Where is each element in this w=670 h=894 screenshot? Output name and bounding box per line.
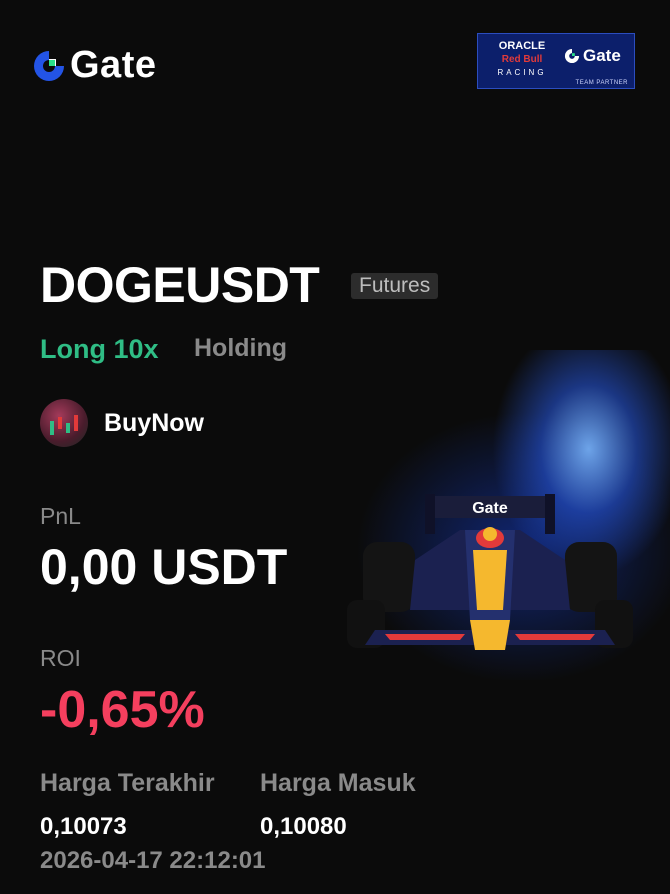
pnl-label: PnL xyxy=(40,503,81,529)
market-tag: Futures xyxy=(351,273,439,299)
team-partner-badge: ORACLE Red Bull RACING Gate TEAM PARTNER xyxy=(477,33,635,89)
partner-line1: ORACLE xyxy=(498,40,546,52)
timestamp: 2026-04-17 22:12:01 xyxy=(40,847,266,874)
roi-value: -0,65% xyxy=(40,681,205,739)
gate-logo-icon-small xyxy=(564,48,580,64)
last-price-label: Harga Terakhir xyxy=(40,769,215,797)
partner-line3: RACING xyxy=(497,68,547,77)
partner-caption: TEAM PARTNER xyxy=(575,80,628,86)
partner-gate-logo: Gate xyxy=(564,46,621,66)
avatar xyxy=(40,399,88,447)
gate-logo-text: Gate xyxy=(70,44,157,86)
partner-line2: Red Bull xyxy=(501,54,543,65)
partner-brand: Gate xyxy=(583,46,621,65)
username: BuyNow xyxy=(104,409,204,437)
red-bull-racing-logo: ORACLE Red Bull RACING xyxy=(486,40,558,79)
entry-price-value: 0,10080 xyxy=(260,813,347,840)
position-direction: Long 10x xyxy=(40,334,159,364)
roi-label: ROI xyxy=(40,645,81,671)
car-wing-text: Gate xyxy=(472,500,508,517)
pnl-value: 0,00 USDT xyxy=(40,539,288,595)
position-status: Holding xyxy=(194,334,288,362)
gate-logo: Gate xyxy=(32,44,156,87)
f1-car-illustration: Gate xyxy=(347,494,633,650)
last-price-value: 0,10073 xyxy=(40,813,127,840)
gate-logo-icon xyxy=(34,50,64,81)
trading-pair: DOGEUSDT xyxy=(40,257,320,313)
entry-price-label: Harga Masuk xyxy=(260,769,416,797)
avatar-chart-icon xyxy=(50,415,78,435)
